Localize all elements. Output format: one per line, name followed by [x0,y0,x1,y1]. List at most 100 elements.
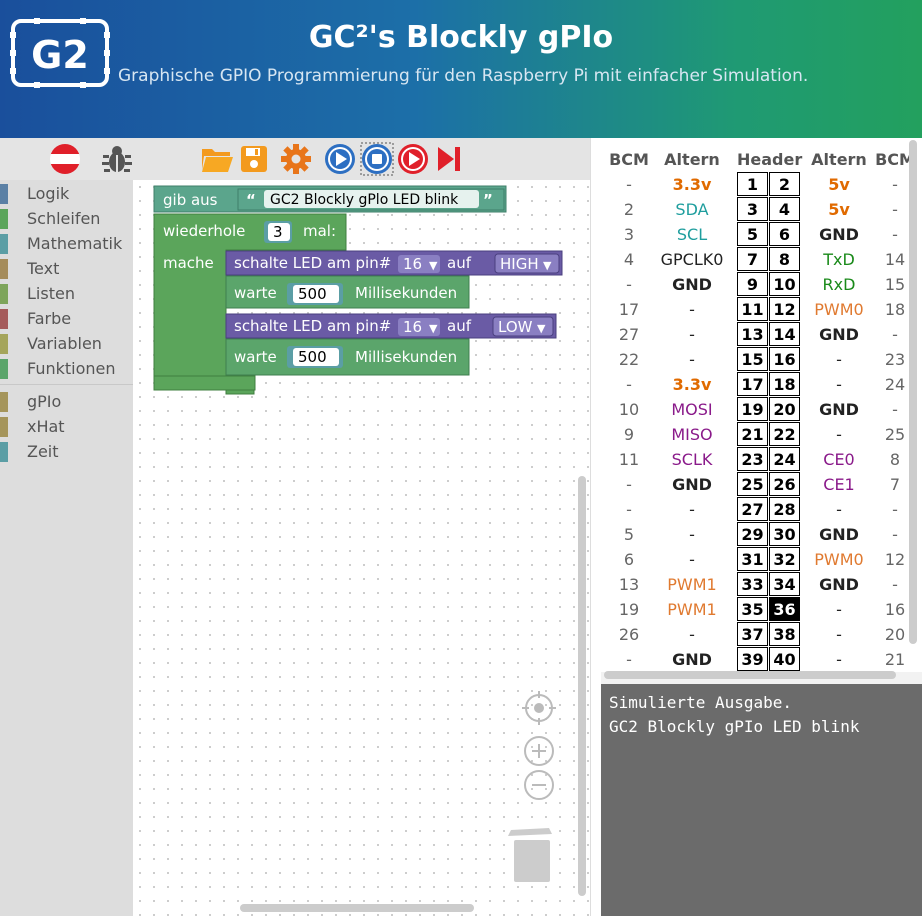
toolbox-category-schleifen[interactable]: Schleifen [0,208,133,230]
wait-block-1[interactable]: warte 500 Millisekunden [225,275,470,309]
header-pin-3[interactable]: 3 [737,197,768,221]
led1-pin: 16 [403,255,422,273]
bcm-number: 13 [618,575,640,594]
workspace-horizontal-scrollbar[interactable] [240,904,474,912]
header-pin-32[interactable]: 32 [769,547,800,571]
toolbox-category-gpio[interactable]: gPIo [0,391,133,413]
header-pin-20[interactable]: 20 [769,397,800,421]
toolbox-category-variablen[interactable]: Variablen [0,333,133,355]
header-pin-7[interactable]: 7 [737,247,768,271]
alt-function: GPCLK0 [660,250,724,269]
header-pin-27[interactable]: 27 [737,497,768,521]
toolbox-category-text[interactable]: Text [0,258,133,280]
alt-function: MISO [671,425,713,444]
header-pin-39[interactable]: 39 [737,647,768,671]
alt-function: - [836,625,842,644]
header-pin-23[interactable]: 23 [737,447,768,471]
bug-icon[interactable] [100,142,134,176]
folder-open-icon[interactable] [200,142,234,176]
header-pin-30[interactable]: 30 [769,522,800,546]
alt-function: - [836,425,842,444]
category-color-swatch [0,417,8,437]
header-pin-2[interactable]: 2 [769,172,800,196]
toolbox-category-logik[interactable]: Logik [0,183,133,205]
chevron-down-icon: ▼ [537,322,546,335]
category-label: gPIo [27,392,62,411]
bcm-number: 5 [623,525,635,544]
header-pin-1[interactable]: 1 [737,172,768,196]
header-pin-15[interactable]: 15 [737,347,768,371]
header-pin-10[interactable]: 10 [769,272,800,296]
bcm-number: 19 [618,600,640,619]
alt-function: - [836,500,842,519]
workspace-vertical-scrollbar[interactable] [578,476,586,896]
header-pin-26[interactable]: 26 [769,472,800,496]
header-pin-22[interactable]: 22 [769,422,800,446]
header-pin-29[interactable]: 29 [737,522,768,546]
header-pin-35[interactable]: 35 [737,597,768,621]
bcm-number: - [626,650,632,669]
header-pin-38[interactable]: 38 [769,622,800,646]
stop-icon[interactable] [360,142,394,176]
panel-divider[interactable] [590,138,601,916]
header-pin-17[interactable]: 17 [737,372,768,396]
pins-horizontal-scrollbar[interactable] [604,671,896,679]
header-pin-6[interactable]: 6 [769,222,800,246]
wait2-unit: Millisekunden [355,348,457,366]
header-pin-16[interactable]: 16 [769,347,800,371]
toolbox-category-xhat[interactable]: xHat [0,416,133,438]
pins-vertical-scrollbar[interactable] [909,140,917,644]
toolbox-category-mathematik[interactable]: Mathematik [0,233,133,255]
header-pin-34[interactable]: 34 [769,572,800,596]
led-high-block[interactable]: schalte LED am pin# 16 ▼ auf HIGH ▼ [225,250,563,276]
header-pin-19[interactable]: 19 [737,397,768,421]
target-icon[interactable] [522,691,556,725]
play-icon[interactable] [323,142,357,176]
header-pin-24[interactable]: 24 [769,447,800,471]
toolbox-category-zeit[interactable]: Zeit [0,441,133,463]
header-pin-14[interactable]: 14 [769,322,800,346]
toolbox-category-funktionen[interactable]: Funktionen [0,358,133,380]
zoom-in-icon[interactable] [524,736,554,766]
wait1-label: warte [234,284,277,302]
alt-function: GND [672,275,712,294]
austria-flag-icon[interactable] [48,142,82,176]
wait-block-2[interactable]: warte 500 Millisekunden [225,338,470,376]
header-pin-40[interactable]: 40 [769,647,800,671]
zoom-out-icon[interactable] [524,770,554,800]
led1-label: schalte LED am pin# [234,254,391,272]
trash-icon[interactable] [508,828,552,882]
header-pin-9[interactable]: 9 [737,272,768,296]
print-text: GC2 Blockly gPlo LED blink [270,192,459,208]
header-pin-11[interactable]: 11 [737,297,768,321]
header-pin-18[interactable]: 18 [769,372,800,396]
gear-icon[interactable] [279,142,313,176]
category-label: Logik [27,184,70,203]
header-pin-36[interactable]: 36 [769,597,800,621]
bcm-number: 4 [623,250,635,269]
header-pin-21[interactable]: 21 [737,422,768,446]
header-pin-8[interactable]: 8 [769,247,800,271]
toolbox-category-listen[interactable]: Listen [0,283,133,305]
header-pin-12[interactable]: 12 [769,297,800,321]
category-label: Farbe [27,309,72,328]
header-pin-33[interactable]: 33 [737,572,768,596]
toolbox-category-farbe[interactable]: Farbe [0,308,133,330]
blockly-workspace[interactable]: gib aus “ GC2 Blockly gPlo LED blink ” w… [133,180,590,916]
header-pin-31[interactable]: 31 [737,547,768,571]
step-icon[interactable] [432,142,466,176]
header-pin-37[interactable]: 37 [737,622,768,646]
header-pin-5[interactable]: 5 [737,222,768,246]
alt-function: - [836,375,842,394]
header-pin-28[interactable]: 28 [769,497,800,521]
quote-open: “ [246,191,256,209]
led-low-block[interactable]: schalte LED am pin# 16 ▼ auf LOW ▼ [225,313,557,339]
save-icon[interactable] [237,142,271,176]
play-red-icon[interactable] [396,142,430,176]
alt-function: - [689,550,695,569]
alt-function: MOSI [671,400,713,419]
header-pin-13[interactable]: 13 [737,322,768,346]
header-pin-25[interactable]: 25 [737,472,768,496]
header-pin-4[interactable]: 4 [769,197,800,221]
print-block[interactable]: gib aus “ GC2 Blockly gPlo LED blink ” [153,185,507,213]
